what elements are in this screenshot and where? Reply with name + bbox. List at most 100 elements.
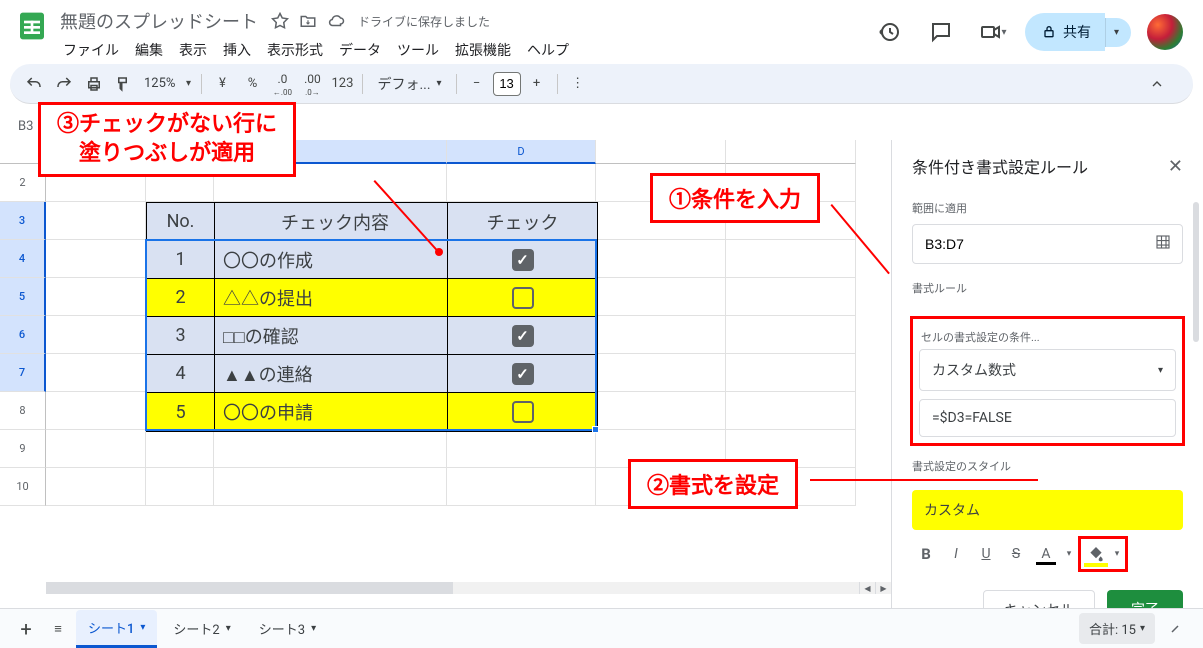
sheets-logo-icon[interactable] [12, 6, 52, 46]
comment-icon[interactable] [921, 12, 961, 52]
print-icon[interactable] [80, 70, 108, 98]
doc-title[interactable]: 無題のスプレッドシート [56, 8, 262, 34]
sheet-menu-icon: ▾ [140, 622, 145, 633]
all-sheets-icon[interactable]: ≡ [44, 615, 72, 643]
zoom-value[interactable]: 125% [140, 76, 179, 91]
data-table: No. チェック内容 チェック 1 〇〇の作成 2 △△の提出 [146, 202, 598, 432]
menu-edit[interactable]: 編集 [128, 38, 170, 62]
decrease-decimal-button[interactable]: .0←.00 [268, 70, 296, 98]
checkbox-icon [512, 363, 534, 385]
redo-icon[interactable] [50, 70, 78, 98]
row-header-8[interactable]: 8 [0, 392, 46, 430]
conditional-format-sidebar: 条件付き書式設定ルール ✕ 範囲に適用 書式ルール セルの書式設定の条件... … [891, 140, 1203, 608]
row-header-6[interactable]: 6 [0, 316, 46, 354]
move-folder-icon[interactable] [298, 11, 318, 31]
condition-label: セルの書式設定の条件... [921, 329, 1174, 345]
row-header-3[interactable]: 3 [0, 202, 46, 240]
callout-2: ②書式を設定 [628, 459, 798, 509]
row-header-10[interactable]: 10 [0, 468, 46, 506]
menu-data[interactable]: データ [332, 38, 388, 62]
text-color-button[interactable]: A [1032, 540, 1060, 568]
font-size-decrease[interactable]: − [463, 70, 491, 98]
table-row: 3 □□の確認 [147, 317, 597, 355]
collapse-toolbar-icon[interactable] [1143, 70, 1171, 98]
star-icon[interactable] [270, 11, 290, 31]
style-preview[interactable]: カスタム [912, 490, 1183, 530]
zoom-dropdown-icon[interactable]: ▾ [181, 70, 195, 98]
table-row: 2 △△の提出 [147, 279, 597, 317]
sidebar-scrollbar[interactable] [1193, 202, 1199, 342]
col-header-f[interactable] [726, 140, 856, 164]
italic-button[interactable]: I [942, 540, 970, 568]
condition-highlight-box: セルの書式設定の条件... カスタム数式 ▾ =$D3=FALSE [910, 316, 1185, 446]
sheet-tab-3[interactable]: シート3▾ [247, 611, 328, 646]
more-formats-button[interactable]: 123 [328, 70, 356, 98]
fill-color-button[interactable] [1082, 540, 1110, 568]
menu-extensions[interactable]: 拡張機能 [448, 38, 518, 62]
quick-sum[interactable]: 合計: 15▾ [1079, 613, 1155, 644]
style-label: 書式設定のスタイル [912, 458, 1183, 474]
callout-3: ③チェックがない行に 塗りつぶしが適用 [38, 102, 296, 177]
menu-tools[interactable]: ツール [390, 38, 446, 62]
col-header-d[interactable]: D [447, 140, 596, 164]
save-status: ドライブに保存しました [358, 13, 490, 30]
table-row: 1 〇〇の作成 [147, 241, 597, 279]
sheet-menu-icon: ▾ [311, 623, 316, 634]
col-header-e[interactable] [596, 140, 726, 164]
sheet-tab-1[interactable]: シート1▾ [76, 610, 157, 648]
font-family-select[interactable]: デフォ...▾ [369, 74, 449, 94]
scroll-left-icon[interactable]: ◀ [859, 582, 875, 594]
row-header-9[interactable]: 9 [0, 430, 46, 468]
menu-file[interactable]: ファイル [56, 38, 126, 62]
table-header-check[interactable]: チェック [448, 203, 597, 241]
done-button[interactable]: 完了 [1107, 590, 1183, 608]
range-text-input[interactable] [923, 235, 1122, 253]
add-sheet-icon[interactable]: + [12, 615, 40, 643]
menu-help[interactable]: ヘルプ [520, 38, 576, 62]
font-size-input[interactable] [493, 72, 521, 96]
fill-color-highlight-box: ▾ [1078, 536, 1128, 572]
horizontal-scrollbar[interactable]: ◀ ▶ [46, 582, 891, 594]
cloud-check-icon[interactable] [326, 11, 346, 31]
toolbar: 125% ▾ ¥ % .0←.00 .00.0→ 123 デフォ...▾ − +… [10, 64, 1193, 104]
menu-view[interactable]: 表示 [172, 38, 214, 62]
menu-insert[interactable]: 挿入 [216, 38, 258, 62]
formula-input[interactable]: =$D3=FALSE [919, 399, 1176, 437]
range-label: 範囲に適用 [912, 200, 1183, 216]
range-input[interactable] [912, 224, 1183, 264]
user-avatar[interactable] [1147, 14, 1183, 50]
currency-button[interactable]: ¥ [208, 70, 236, 98]
paint-format-icon[interactable] [110, 70, 138, 98]
row-header-4[interactable]: 4 [0, 240, 46, 278]
underline-button[interactable]: U [972, 540, 1000, 568]
checkbox-icon [512, 287, 534, 309]
scroll-right-icon[interactable]: ▶ [875, 582, 891, 594]
share-button[interactable]: 共有 [1025, 13, 1105, 51]
callout-1: ①条件を入力 [650, 173, 820, 223]
text-color-dropdown-icon[interactable]: ▾ [1062, 540, 1076, 568]
video-call-icon[interactable]: ▾ [973, 12, 1013, 52]
row-header-7[interactable]: 7 [0, 354, 46, 392]
explore-icon[interactable] [1159, 613, 1191, 645]
share-dropdown[interactable]: ▾ [1105, 18, 1131, 47]
increase-decimal-button[interactable]: .00.0→ [298, 70, 326, 98]
sheet-tab-2[interactable]: シート2▾ [161, 611, 242, 646]
close-icon[interactable]: ✕ [1168, 156, 1183, 177]
history-icon[interactable] [869, 12, 909, 52]
menu-format[interactable]: 表示形式 [260, 38, 330, 62]
share-label: 共有 [1063, 22, 1091, 42]
row-header-5[interactable]: 5 [0, 278, 46, 316]
name-box[interactable]: B3 [10, 117, 41, 136]
condition-select[interactable]: カスタム数式 ▾ [919, 349, 1176, 391]
undo-icon[interactable] [20, 70, 48, 98]
table-header-no[interactable]: No. [147, 203, 215, 241]
cancel-button[interactable]: キャンセル [983, 590, 1095, 608]
callout-dot [435, 248, 443, 256]
grid-select-icon[interactable] [1154, 233, 1172, 255]
fill-color-dropdown-icon[interactable]: ▾ [1110, 540, 1124, 568]
font-size-increase[interactable]: + [523, 70, 551, 98]
strikethrough-button[interactable]: S [1002, 540, 1030, 568]
bold-button[interactable]: B [912, 540, 940, 568]
more-tools-icon[interactable]: ⋮ [564, 70, 592, 98]
percent-button[interactable]: % [238, 70, 266, 98]
